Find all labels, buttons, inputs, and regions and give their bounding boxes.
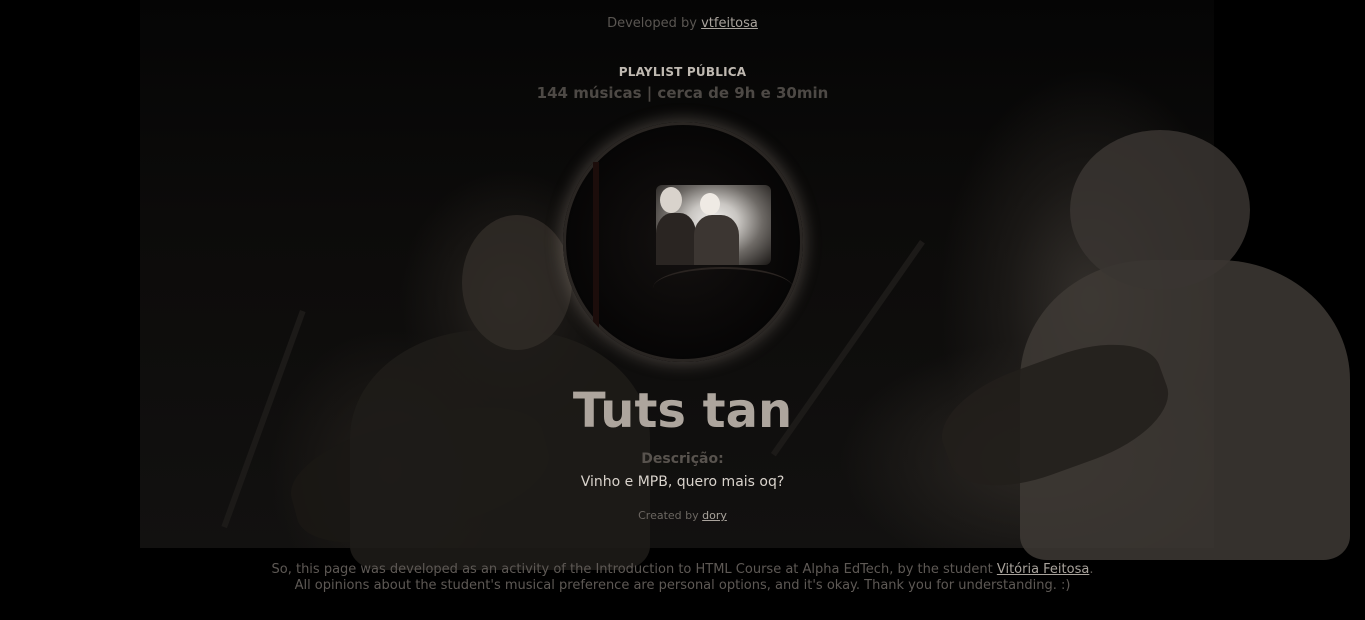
- cover-stage-light: [656, 185, 771, 265]
- developer-link[interactable]: vtfeitosa: [701, 16, 758, 31]
- playlist-title: Tuts tan: [572, 383, 793, 439]
- footer-line-2: All opinions about the student's musical…: [294, 578, 1071, 593]
- footer-line-1: So, this page was developed as an activi…: [0, 562, 1365, 578]
- page: Developed by vtfeitosa PLAYLIST PÚBLICA …: [0, 0, 1365, 620]
- description-text: Vinho e MPB, quero mais oq?: [580, 474, 785, 490]
- playlist-cover-image: [563, 122, 803, 362]
- background-musician-right-head: [1070, 130, 1250, 290]
- background-musician-left-body: [350, 330, 650, 570]
- playlist-kicker: PLAYLIST PÚBLICA: [618, 65, 747, 79]
- background-musician-left-head: [462, 215, 572, 350]
- cover-musician-1-body: [656, 213, 696, 265]
- playlist-stats: 144 músicas | cerca de 9h e 30min: [536, 84, 829, 102]
- created-by: Created by dory: [0, 509, 1365, 522]
- footer: So, this page was developed as an activi…: [0, 562, 1365, 594]
- cover-musician-2-head: [700, 193, 720, 215]
- description-label: Descrição:: [641, 451, 724, 467]
- cover-musician-1-head: [660, 187, 682, 213]
- created-by-prefix: Created by: [638, 509, 699, 522]
- creator-link[interactable]: dory: [702, 509, 727, 522]
- footer-line-1-suffix: .: [1089, 562, 1094, 577]
- developer-credit: Developed by vtfeitosa: [0, 16, 1365, 31]
- student-link[interactable]: Vitória Feitosa: [997, 562, 1090, 577]
- cover-table-edge: [653, 267, 793, 309]
- cover-curtain: [593, 162, 599, 332]
- footer-line-1-prefix: So, this page was developed as an activi…: [271, 562, 993, 577]
- developer-credit-prefix: Developed by: [607, 16, 697, 31]
- cover-musician-2-body: [694, 215, 739, 265]
